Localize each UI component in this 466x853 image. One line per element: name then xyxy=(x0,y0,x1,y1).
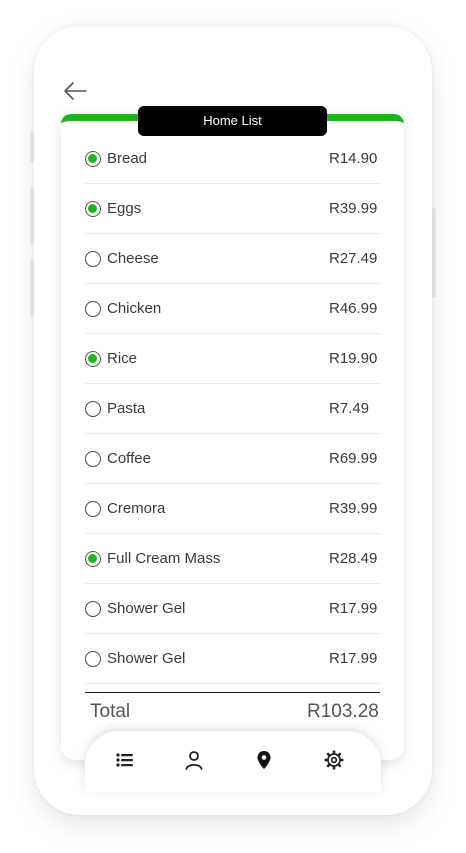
item-checkbox[interactable] xyxy=(85,150,101,167)
item-checkbox[interactable] xyxy=(85,550,101,567)
item-checkbox[interactable] xyxy=(85,200,101,217)
list-item[interactable]: Full Cream Mass R28.49 xyxy=(85,534,381,584)
item-price: R39.99 xyxy=(329,500,378,517)
item-price: R14.90 xyxy=(329,150,378,167)
shopping-list: Bread R14.90 Eggs R39.99 Cheese R27.49 Chicken… xyxy=(85,134,381,684)
list-item[interactable]: Pasta R7.49 xyxy=(85,384,381,434)
list-title: Home List xyxy=(138,106,327,136)
item-name: Cremora xyxy=(107,500,166,517)
list-item[interactable]: Chicken R46.99 xyxy=(85,284,381,334)
user-icon[interactable] xyxy=(183,749,205,771)
item-name: Shower Gel xyxy=(107,650,186,667)
item-checkbox[interactable] xyxy=(85,350,101,367)
item-checkbox[interactable] xyxy=(85,600,101,617)
total-label: Total xyxy=(90,701,131,722)
item-checkbox[interactable] xyxy=(85,300,101,317)
list-icon[interactable] xyxy=(114,749,136,771)
item-name: Cheese xyxy=(107,250,159,267)
list-item[interactable]: Eggs R39.99 xyxy=(85,184,381,234)
list-item[interactable]: Coffee R69.99 xyxy=(85,434,381,484)
item-name: Pasta xyxy=(107,400,146,417)
item-price: R28.49 xyxy=(329,550,378,567)
total-value: R103.28 xyxy=(307,701,379,722)
item-name: Chicken xyxy=(107,300,162,317)
item-price: R7.49 xyxy=(329,400,370,417)
list-item[interactable]: Cremora R39.99 xyxy=(85,484,381,534)
item-price: R39.99 xyxy=(329,200,378,217)
bottom-nav xyxy=(85,731,381,792)
list-item[interactable]: Rice R19.90 xyxy=(85,334,381,384)
item-price: R27.49 xyxy=(329,250,378,267)
back-arrow-icon[interactable] xyxy=(62,80,88,102)
list-item[interactable]: Bread R14.90 xyxy=(85,134,381,184)
item-price: R17.99 xyxy=(329,650,378,667)
item-checkbox[interactable] xyxy=(85,450,101,467)
list-item[interactable]: Cheese R27.49 xyxy=(85,234,381,284)
item-price: R19.90 xyxy=(329,350,378,367)
item-price: R17.99 xyxy=(329,600,378,617)
item-name: Coffee xyxy=(107,450,151,467)
gear-icon[interactable] xyxy=(323,749,345,771)
side-button-right xyxy=(432,208,436,298)
item-name: Eggs xyxy=(107,200,142,217)
item-checkbox[interactable] xyxy=(85,500,101,517)
location-pin-icon[interactable] xyxy=(253,749,275,771)
item-checkbox[interactable] xyxy=(85,650,101,667)
list-item[interactable]: Shower Gel R17.99 xyxy=(85,634,381,684)
list-item[interactable]: Shower Gel R17.99 xyxy=(85,584,381,634)
item-name: Rice xyxy=(107,350,138,367)
item-name: Full Cream Mass xyxy=(107,550,221,567)
total-divider xyxy=(85,692,380,693)
item-price: R46.99 xyxy=(329,300,378,317)
app-screen: Home List Bread R14.90 Eggs R39.99 Cheese R27… xyxy=(0,0,466,853)
item-checkbox[interactable] xyxy=(85,400,101,417)
item-name: Shower Gel xyxy=(107,600,186,617)
item-checkbox[interactable] xyxy=(85,250,101,267)
item-price: R69.99 xyxy=(329,450,378,467)
item-name: Bread xyxy=(107,150,148,167)
